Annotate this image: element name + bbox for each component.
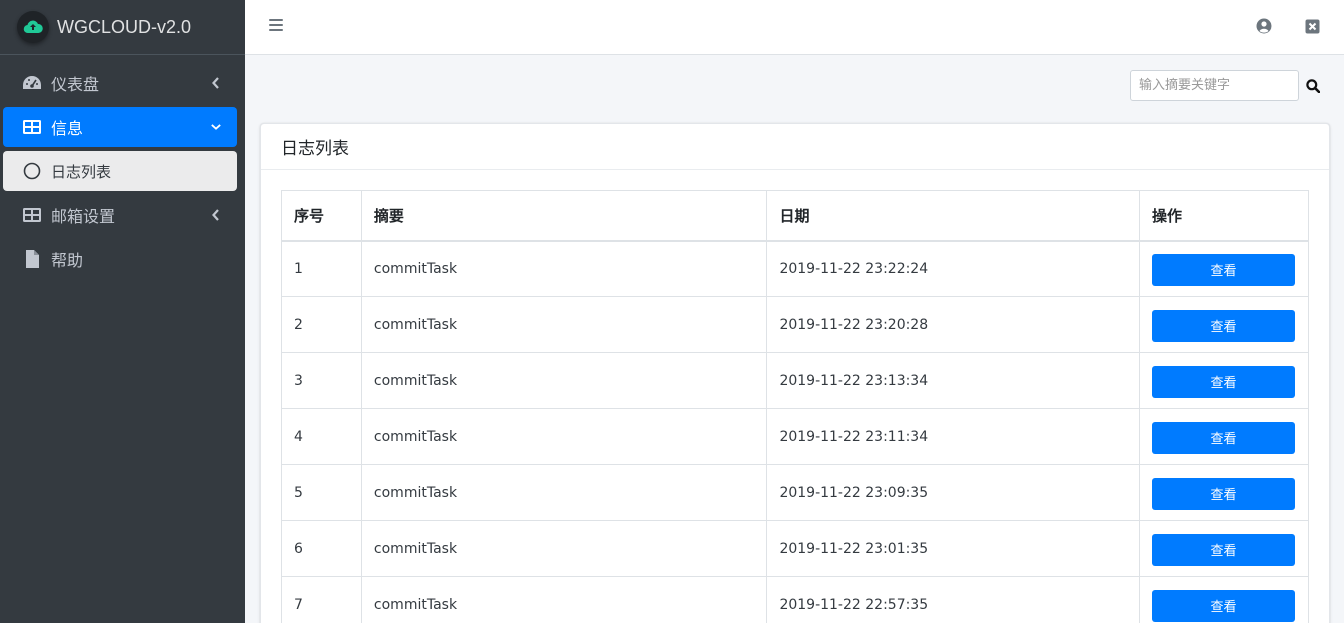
sidebar-item-mail-settings[interactable]: 邮箱设置 — [3, 195, 237, 235]
column-header-action: 操作 — [1138, 190, 1310, 242]
row-date: 2019-11-22 23:01:35 — [766, 520, 1140, 577]
search-button[interactable] — [1299, 70, 1327, 101]
row-summary: commitTask — [360, 240, 768, 297]
view-button[interactable]: 查看 — [1151, 477, 1295, 510]
search-icon — [1306, 78, 1320, 93]
chevron-left-icon — [211, 77, 221, 89]
sidebar-item-label: 仪表盘 — [51, 75, 100, 94]
row-summary: commitTask — [360, 576, 768, 623]
row-index: 4 — [281, 408, 362, 465]
column-header-date: 日期 — [766, 190, 1140, 242]
row-date: 2019-11-22 23:22:24 — [766, 240, 1140, 297]
row-summary: commitTask — [360, 464, 768, 521]
circle-icon — [22, 161, 42, 181]
table-row: 1 commitTask 2019-11-22 23:22:24 查看 — [281, 240, 1310, 297]
chevron-down-icon — [211, 123, 221, 131]
search-bar — [1130, 70, 1327, 101]
sidebar-item-label: 邮箱设置 — [51, 207, 116, 226]
row-index: 7 — [281, 576, 362, 623]
log-list-card: 日志列表 序号 摘要 日期 操作 1 commitTask 2019-11-22 2… — [260, 123, 1330, 623]
row-action: 查看 — [1138, 464, 1310, 521]
sidebar-item-label: 日志列表 — [51, 162, 112, 181]
table-row: 5 commitTask 2019-11-22 23:09:35 查看 — [281, 464, 1310, 521]
sidebar-nav: 仪表盘 信息 日志列表 邮箱设置 帮助 — [0, 55, 245, 279]
table-header-row: 序号 摘要 日期 操作 — [281, 190, 1310, 242]
column-header-summary: 摘要 — [360, 190, 768, 242]
sidebar-item-dashboard[interactable]: 仪表盘 — [3, 63, 237, 103]
column-header-index: 序号 — [281, 190, 362, 242]
view-button[interactable]: 查看 — [1151, 253, 1295, 286]
hamburger-menu-icon[interactable] — [269, 19, 283, 33]
row-date: 2019-11-22 22:57:35 — [766, 576, 1140, 623]
row-action: 查看 — [1138, 240, 1310, 297]
sidebar-item-help[interactable]: 帮助 — [3, 239, 237, 279]
row-index: 6 — [281, 520, 362, 577]
view-button[interactable]: 查看 — [1151, 309, 1295, 342]
row-summary: commitTask — [360, 296, 768, 353]
sidebar-item-log-list[interactable]: 日志列表 — [3, 151, 237, 191]
chevron-left-icon — [211, 209, 221, 221]
top-navbar — [245, 0, 1344, 55]
table-row: 4 commitTask 2019-11-22 23:11:34 查看 — [281, 408, 1310, 465]
row-date: 2019-11-22 23:20:28 — [766, 296, 1140, 353]
table-row: 2 commitTask 2019-11-22 23:20:28 查看 — [281, 296, 1310, 353]
row-action: 查看 — [1138, 296, 1310, 353]
row-index: 1 — [281, 240, 362, 297]
view-button[interactable]: 查看 — [1151, 589, 1295, 622]
row-action: 查看 — [1138, 520, 1310, 577]
row-summary: commitTask — [360, 408, 768, 465]
close-window-icon[interactable] — [1305, 19, 1320, 38]
row-action: 查看 — [1138, 576, 1310, 623]
sidebar: WGCLOUD-v2.0 仪表盘 信息 日志列表 邮箱设置 帮助 — [0, 0, 245, 623]
sidebar-item-info[interactable]: 信息 — [3, 107, 237, 147]
brand-title: WGCLOUD-v2.0 — [57, 16, 192, 37]
table-icon — [22, 205, 42, 225]
dashboard-icon — [22, 73, 42, 93]
table-icon — [22, 117, 42, 137]
row-date: 2019-11-22 23:11:34 — [766, 408, 1140, 465]
table-row: 6 commitTask 2019-11-22 23:01:35 查看 — [281, 520, 1310, 577]
row-date: 2019-11-22 23:13:34 — [766, 352, 1140, 409]
row-summary: commitTask — [360, 352, 768, 409]
view-button[interactable]: 查看 — [1151, 365, 1295, 398]
log-table-wrapper: 序号 摘要 日期 操作 1 commitTask 2019-11-22 23:22:… — [281, 190, 1310, 623]
sidebar-item-label: 帮助 — [51, 251, 84, 270]
row-action: 查看 — [1138, 408, 1310, 465]
view-button[interactable]: 查看 — [1151, 421, 1295, 454]
row-index: 2 — [281, 296, 362, 353]
row-action: 查看 — [1138, 352, 1310, 409]
card-title: 日志列表 — [261, 124, 1329, 170]
sidebar-item-label: 信息 — [51, 119, 84, 138]
table-row: 7 commitTask 2019-11-22 22:57:35 查看 — [281, 576, 1310, 623]
file-icon — [22, 249, 42, 269]
user-icon[interactable] — [1256, 18, 1272, 38]
brand[interactable]: WGCLOUD-v2.0 — [0, 0, 245, 55]
log-table: 序号 摘要 日期 操作 1 commitTask 2019-11-22 23:22:… — [281, 190, 1310, 623]
view-button[interactable]: 查看 — [1151, 533, 1295, 566]
row-index: 3 — [281, 352, 362, 409]
table-row: 3 commitTask 2019-11-22 23:13:34 查看 — [281, 352, 1310, 409]
row-index: 5 — [281, 464, 362, 521]
cloud-upload-icon — [17, 11, 49, 43]
row-summary: commitTask — [360, 520, 768, 577]
search-input[interactable] — [1130, 70, 1299, 101]
row-date: 2019-11-22 23:09:35 — [766, 464, 1140, 521]
